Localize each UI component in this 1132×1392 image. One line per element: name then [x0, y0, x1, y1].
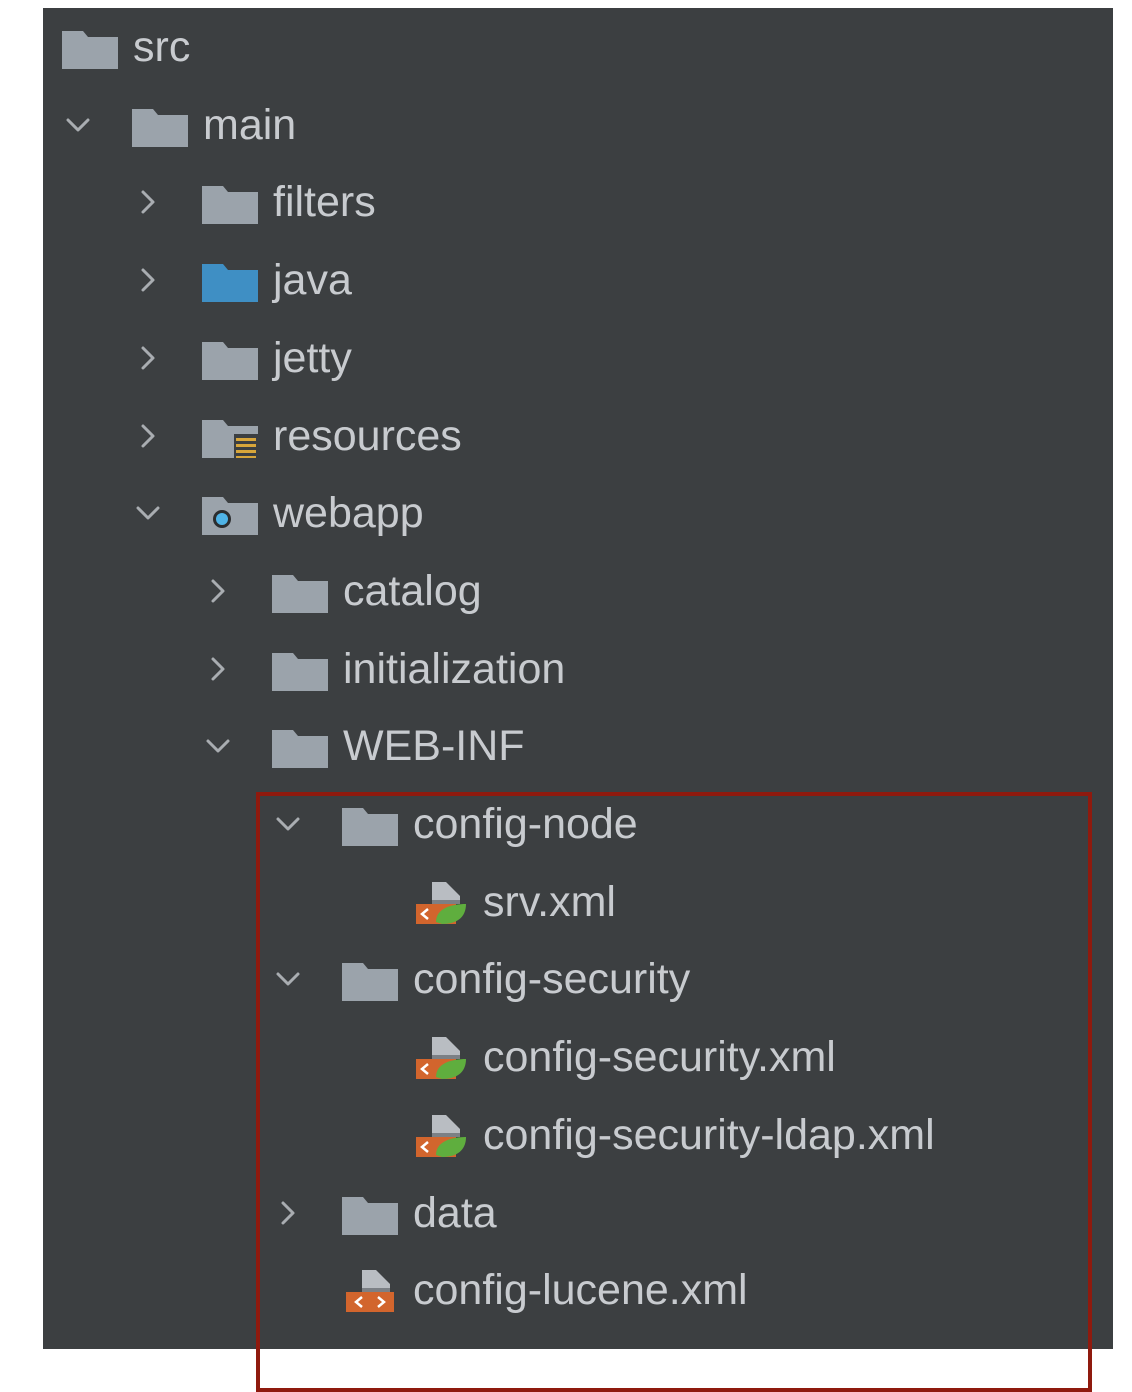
tree-item-resources[interactable]: resources [43, 397, 1113, 475]
tree-item-webapp[interactable]: webapp [43, 474, 1113, 552]
highlight-box [256, 792, 1092, 1392]
web-folder-icon [202, 493, 258, 535]
tree-item-label: jetty [273, 334, 352, 382]
chevron-down-icon[interactable] [204, 732, 232, 760]
chevron-down-icon[interactable] [64, 111, 92, 139]
tree-item-jetty[interactable]: jetty [43, 319, 1113, 397]
tree-item-label: resources [273, 412, 462, 460]
folder-icon [202, 338, 258, 380]
tree-item-src[interactable]: src [43, 8, 1113, 86]
chevron-right-icon[interactable] [204, 655, 232, 683]
folder-icon [132, 105, 188, 147]
source-folder-icon [202, 260, 258, 302]
chevron-down-icon[interactable] [134, 499, 162, 527]
tree-item-label: src [133, 23, 191, 71]
tree-item-initialization[interactable]: initialization [43, 630, 1113, 708]
tree-item-main[interactable]: main [43, 86, 1113, 164]
folder-icon [202, 182, 258, 224]
chevron-right-icon[interactable] [134, 422, 162, 450]
tree-item-label: java [273, 256, 352, 304]
folder-icon [272, 571, 328, 613]
chevron-right-icon[interactable] [134, 266, 162, 294]
tree-item-catalog[interactable]: catalog [43, 552, 1113, 630]
folder-icon [272, 649, 328, 691]
tree-item-label: WEB-INF [343, 722, 525, 770]
resources-folder-icon [202, 416, 258, 458]
tree-item-java[interactable]: java [43, 241, 1113, 319]
tree-item-label: main [203, 101, 297, 149]
folder-icon [62, 27, 118, 69]
project-tree-panel: src main filters java jetty resources webapp ca… [43, 8, 1113, 1392]
tree-item-label: webapp [273, 489, 424, 537]
tree-item-filters[interactable]: filters [43, 163, 1113, 241]
tree-item-label: initialization [343, 645, 566, 693]
folder-icon [272, 726, 328, 768]
tree-item-label: catalog [343, 567, 482, 615]
chevron-right-icon[interactable] [134, 344, 162, 372]
tree-item-label: filters [273, 178, 376, 226]
tree-item-web-inf[interactable]: WEB-INF [43, 707, 1113, 785]
chevron-right-icon[interactable] [204, 577, 232, 605]
chevron-right-icon[interactable] [134, 188, 162, 216]
